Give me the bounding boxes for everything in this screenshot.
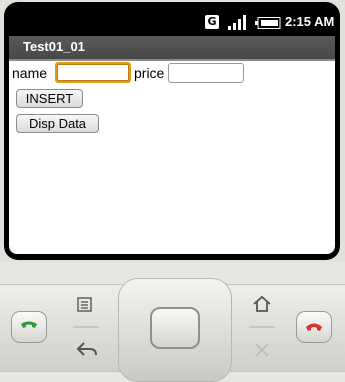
home-icon[interactable] <box>252 294 272 314</box>
status-bar: G 2:15 AM <box>9 8 335 36</box>
signal-icon <box>228 15 246 30</box>
call-icon <box>21 321 37 328</box>
g-network-icon: G <box>205 15 219 29</box>
search-icon[interactable] <box>252 340 272 360</box>
disp-data-button[interactable]: Disp Data <box>16 114 99 133</box>
device-screen: G 2:15 AM Test01_01 name price INSERT Di… <box>9 8 335 254</box>
insert-button[interactable]: INSERT <box>16 89 83 108</box>
back-icon[interactable] <box>76 340 98 358</box>
device-bezel: G 2:15 AM Test01_01 name price INSERT Di… <box>0 0 345 262</box>
right-divider <box>249 326 275 328</box>
price-input[interactable] <box>168 63 244 83</box>
battery-icon <box>255 17 281 29</box>
end-call-icon <box>306 323 322 331</box>
end-call-button[interactable] <box>296 311 332 343</box>
app-content: name price INSERT Disp Data <box>9 61 335 254</box>
call-button[interactable] <box>11 311 47 343</box>
app-title-bar: Test01_01 <box>9 36 335 61</box>
hardware-controls <box>0 262 345 382</box>
left-divider <box>73 326 99 328</box>
name-label: name <box>12 65 48 81</box>
name-input[interactable] <box>55 62 131 83</box>
price-label: price <box>134 65 165 81</box>
app-title: Test01_01 <box>23 39 85 54</box>
status-clock: 2:15 AM <box>285 14 335 29</box>
menu-icon[interactable] <box>76 296 94 314</box>
dpad-center-button[interactable] <box>150 307 200 349</box>
